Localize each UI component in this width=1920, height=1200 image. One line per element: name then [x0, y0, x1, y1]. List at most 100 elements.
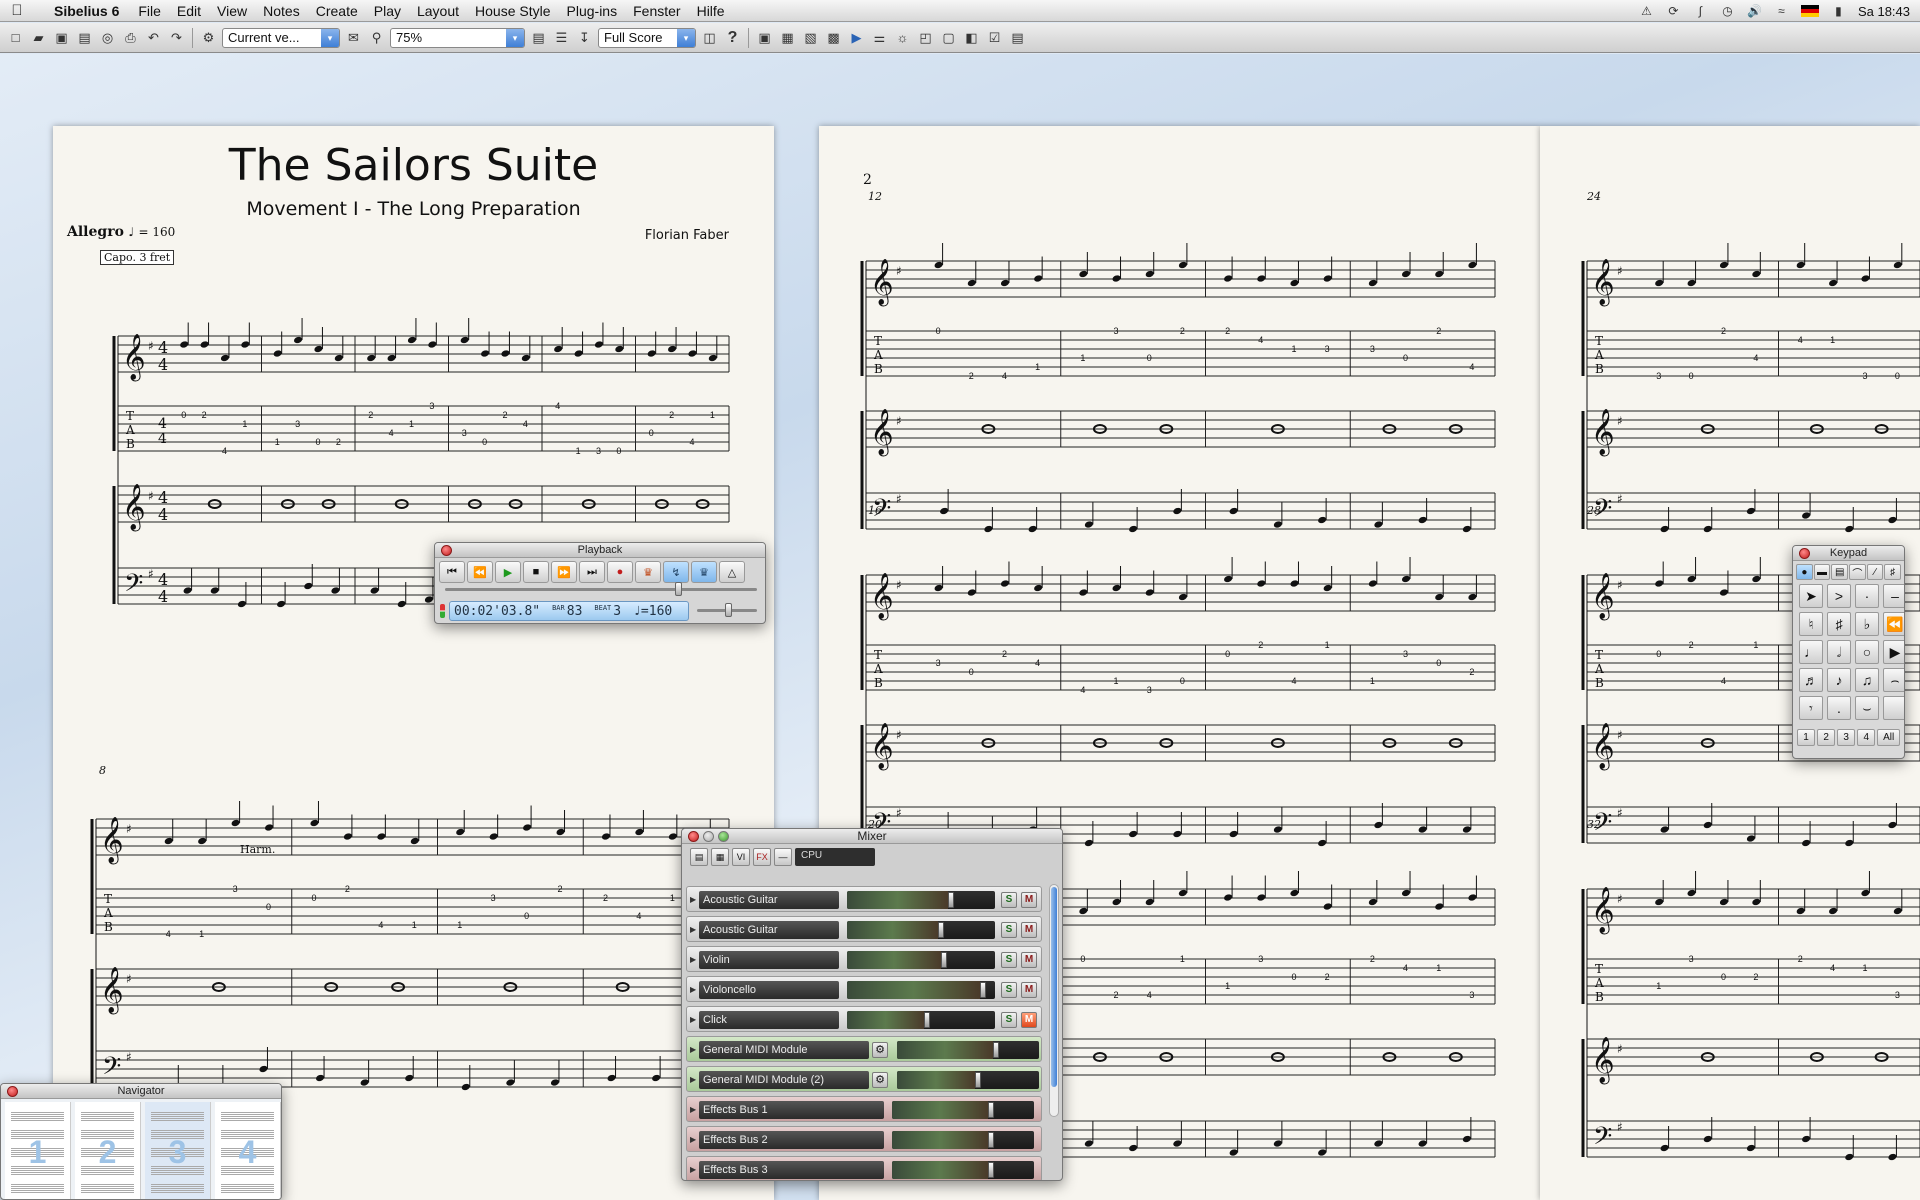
- expand-triangle-icon[interactable]: ▶: [690, 955, 696, 964]
- play-icon[interactable]: ▶: [1883, 640, 1904, 664]
- live-playback-icon[interactable]: ↯: [663, 561, 689, 583]
- print-icon[interactable]: ⎙: [121, 28, 140, 47]
- flat-icon[interactable]: ♭: [1855, 612, 1879, 636]
- fader-handle[interactable]: [924, 1012, 930, 1028]
- virtual-instruments-button[interactable]: VI: [732, 848, 750, 866]
- keypad-more-notes-tab[interactable]: ▬: [1813, 564, 1831, 580]
- navigator-toggle-icon[interactable]: ▣: [755, 28, 774, 47]
- mixer-titlebar[interactable]: Mixer: [682, 829, 1062, 844]
- keypad-common-notes-tab[interactable]: ●: [1796, 564, 1813, 580]
- transpose-icon[interactable]: ☰: [552, 28, 571, 47]
- zoom-icon[interactable]: ⚲: [367, 28, 386, 47]
- idea-bulb-icon[interactable]: ☼: [893, 28, 912, 47]
- menu-create[interactable]: Create: [308, 3, 366, 19]
- mute-button[interactable]: M: [1021, 982, 1037, 998]
- live-tempo-toggle-icon[interactable]: ♛: [691, 561, 717, 583]
- undo-icon[interactable]: ↶: [144, 28, 163, 47]
- menu-house-style[interactable]: House Style: [467, 3, 558, 19]
- new-document-icon[interactable]: □: [6, 28, 25, 47]
- panorama-split-icon[interactable]: ▤: [1008, 28, 1027, 47]
- navigator-page-thumbnail[interactable]: 3: [145, 1102, 211, 1199]
- expand-triangle-icon[interactable]: ▶: [690, 1105, 696, 1114]
- master-icon[interactable]: —: [774, 848, 792, 866]
- menu-play[interactable]: Play: [366, 3, 409, 19]
- fader-handle[interactable]: [975, 1072, 981, 1088]
- keypad-accidentals-tab[interactable]: ♯: [1884, 564, 1902, 580]
- video-icon[interactable]: ▢: [939, 28, 958, 47]
- voice-tab-3[interactable]: 3: [1837, 729, 1856, 746]
- menu-view[interactable]: View: [209, 3, 255, 19]
- fader-handle[interactable]: [948, 892, 954, 908]
- mixer-channel-strip[interactable]: ▶ Effects Bus 3: [686, 1156, 1042, 1180]
- staccato-icon[interactable]: ·: [1855, 584, 1879, 608]
- rewind-to-start-icon[interactable]: ⏮: [439, 561, 465, 583]
- mixer-toggle-icon[interactable]: ▩: [824, 28, 843, 47]
- groups-view-icon[interactable]: ▦: [711, 848, 729, 866]
- keypad-toggle-icon[interactable]: ▦: [778, 28, 797, 47]
- expand-triangle-icon[interactable]: ▶: [690, 1075, 696, 1084]
- menu-edit[interactable]: Edit: [169, 3, 209, 19]
- volume-fader[interactable]: [892, 1131, 1034, 1149]
- volume-fader[interactable]: [847, 891, 995, 909]
- fader-handle[interactable]: [988, 1132, 994, 1148]
- navigator-page-thumbnail[interactable]: 2: [75, 1102, 141, 1199]
- new-version-icon[interactable]: ✉: [344, 28, 363, 47]
- navigator-page-thumbnail[interactable]: 1: [5, 1102, 71, 1199]
- version-settings-icon[interactable]: ⚙: [199, 28, 218, 47]
- music-notation-page-1[interactable]: 𝄞 ♯TAB0 241130 22413302441 3 00241𝄞 ♯𝄢 ♯4444444…: [53, 126, 774, 1200]
- mixer-scroll-thumb[interactable]: [1051, 887, 1057, 1087]
- mute-button[interactable]: M: [1021, 1012, 1037, 1028]
- voice-tab-all[interactable]: All: [1877, 729, 1901, 746]
- volume-icon[interactable]: 🔊: [1747, 4, 1762, 18]
- menu-plugins[interactable]: Plug-ins: [559, 3, 626, 19]
- save-as-icon[interactable]: ▤: [75, 28, 94, 47]
- expand-triangle-icon[interactable]: ▶: [690, 895, 696, 904]
- device-settings-icon[interactable]: ⚙: [872, 1042, 888, 1058]
- mute-button[interactable]: M: [1021, 892, 1037, 908]
- volume-fader[interactable]: [847, 981, 995, 999]
- tempo-slider-handle[interactable]: [725, 603, 732, 617]
- forward-to-end-icon[interactable]: ⏭: [579, 561, 605, 583]
- version-select[interactable]: Current ve... ▾: [222, 27, 340, 48]
- eighth-note-alt-icon[interactable]: ♫: [1855, 668, 1879, 692]
- menu-file[interactable]: File: [130, 3, 169, 19]
- mixer-channel-strip[interactable]: ▶ Violoncello S M: [686, 976, 1042, 1002]
- mixer-channel-strip[interactable]: ▶ Click S M: [686, 1006, 1042, 1032]
- navigator-titlebar[interactable]: Navigator: [1, 1084, 281, 1099]
- staves-view-icon[interactable]: ▤: [690, 848, 708, 866]
- solo-button[interactable]: S: [1001, 982, 1017, 998]
- input-language-icon[interactable]: [1800, 5, 1819, 17]
- volume-fader[interactable]: [897, 1041, 1039, 1059]
- quarter-note-icon[interactable]: ♩: [1799, 640, 1823, 664]
- expand-triangle-icon[interactable]: ▶: [690, 1165, 696, 1174]
- timeline-position-handle[interactable]: [675, 582, 682, 596]
- sync-icon[interactable]: ⟳: [1666, 4, 1681, 18]
- volume-fader[interactable]: [847, 1011, 995, 1029]
- fx-button[interactable]: FX: [753, 848, 771, 866]
- mute-button[interactable]: M: [1021, 952, 1037, 968]
- fader-handle[interactable]: [941, 952, 947, 968]
- empty-key[interactable]: [1883, 696, 1904, 720]
- fast-forward-icon[interactable]: ⏩: [551, 561, 577, 583]
- voice-tab-4[interactable]: 4: [1857, 729, 1876, 746]
- mixer-channel-strip[interactable]: ▶ Acoustic Guitar S M: [686, 916, 1042, 942]
- dot-icon[interactable]: .: [1827, 696, 1851, 720]
- device-settings-icon[interactable]: ⚙: [872, 1072, 888, 1088]
- keypad-titlebar[interactable]: Keypad: [1793, 546, 1904, 561]
- fader-handle[interactable]: [980, 982, 986, 998]
- hide-icon[interactable]: ◧: [962, 28, 981, 47]
- expand-triangle-icon[interactable]: ▶: [690, 1045, 696, 1054]
- volume-fader[interactable]: [847, 951, 995, 969]
- focus-staves-icon[interactable]: ↧: [575, 28, 594, 47]
- burn-icon[interactable]: ◎: [98, 28, 117, 47]
- volume-fader[interactable]: [847, 921, 995, 939]
- zoom-window-icon[interactable]: [718, 831, 729, 842]
- volume-fader[interactable]: [897, 1071, 1039, 1089]
- warning-icon[interactable]: ⚠: [1639, 4, 1654, 18]
- whole-note-icon[interactable]: ○: [1855, 640, 1879, 664]
- sixteenth-note-icon[interactable]: ♬: [1799, 668, 1823, 692]
- voice-tab-2[interactable]: 2: [1817, 729, 1836, 746]
- properties-icon[interactable]: ◰: [916, 28, 935, 47]
- apple-menu-icon[interactable]: : [0, 2, 34, 19]
- keypad-jazz-tab[interactable]: ∕: [1866, 564, 1884, 580]
